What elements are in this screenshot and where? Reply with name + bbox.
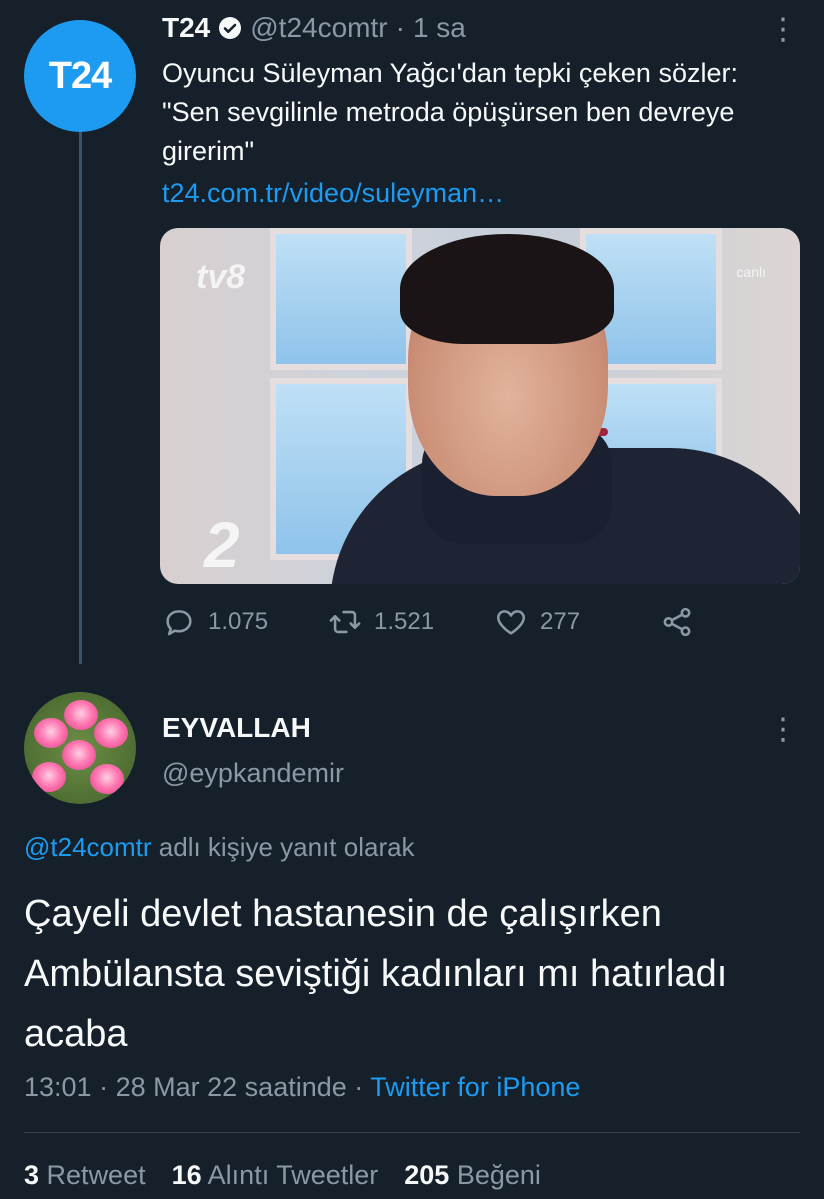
like-button[interactable]: 277: [494, 605, 660, 639]
separator-dot: ·: [395, 12, 405, 43]
author-handle[interactable]: @eypkandemir: [162, 758, 344, 789]
separator-dot: ·: [354, 1072, 364, 1102]
reply-icon: [166, 610, 192, 636]
retweets-stat[interactable]: 3 Retweet: [24, 1160, 146, 1191]
retweets-label: Retweet: [46, 1160, 146, 1190]
tweet-link[interactable]: t24.com.tr/video/suleyman…: [162, 178, 504, 209]
tweet-action-bar: 1.075 1.521 277: [162, 605, 802, 639]
share-button[interactable]: [660, 605, 694, 639]
rose-image: [62, 740, 96, 770]
channel-logo: tv8: [196, 258, 246, 296]
tweet-date[interactable]: 28 Mar 22 saatinde: [116, 1072, 347, 1102]
rose-image: [32, 762, 66, 792]
likes-count: 205: [404, 1160, 450, 1190]
separator-dot: ·: [99, 1072, 109, 1102]
share-icon: [663, 607, 691, 637]
quotes-count: 16: [171, 1160, 202, 1190]
more-options-icon[interactable]: ⋮: [768, 712, 799, 747]
verified-badge-icon: [219, 17, 242, 39]
tweet-time[interactable]: 1 sa: [413, 12, 466, 44]
author-handle[interactable]: @t24comtr: [250, 12, 387, 44]
likes-stat[interactable]: 205 Beğeni: [404, 1160, 541, 1191]
tweet-metadata: 13:01 · 28 Mar 22 saatinde · Twitter for…: [24, 1072, 580, 1103]
background-window: [270, 228, 412, 370]
avatar-logo-text: T24: [48, 54, 112, 97]
replying-to-mention[interactable]: @t24comtr: [24, 832, 152, 862]
reply-count: 1.075: [208, 608, 269, 635]
replying-to-label: adlı kişiye yanıt olarak: [151, 832, 415, 862]
person-hair: [400, 234, 614, 344]
rose-image: [64, 700, 98, 730]
likes-label: Beğeni: [456, 1160, 541, 1190]
retweet-button[interactable]: 1.521: [328, 605, 494, 639]
like-count: 277: [540, 608, 581, 635]
tweet-media-image[interactable]: tv8 canlı 2: [160, 228, 800, 584]
retweet-icon: [329, 610, 361, 634]
retweets-count: 3: [24, 1160, 40, 1190]
tweet-stats: 3 Retweet 16 Alıntı Tweetler 205 Beğeni: [24, 1160, 541, 1191]
rose-image: [90, 764, 124, 794]
tweet-client[interactable]: Twitter for iPhone: [370, 1072, 580, 1102]
quotes-stat[interactable]: 16 Alıntı Tweetler: [172, 1160, 379, 1191]
tweet-time[interactable]: 13:01: [24, 1072, 92, 1102]
author-name[interactable]: T24: [162, 12, 210, 44]
rose-image: [94, 718, 128, 748]
live-label: canlı: [736, 264, 766, 280]
rose-image: [34, 718, 68, 748]
tweet-header: T24 @t24comtr · 1 sa: [162, 12, 466, 44]
quotes-label: Alıntı Tweetler: [207, 1160, 379, 1190]
program-logo: 2: [204, 509, 240, 581]
author-name[interactable]: EYVALLAH: [162, 712, 311, 744]
thread-line: [79, 124, 82, 664]
retweet-count: 1.521: [374, 608, 435, 635]
more-options-icon[interactable]: ⋮: [768, 12, 799, 47]
replying-to: @t24comtr adlı kişiye yanıt olarak: [24, 832, 415, 863]
tweet-text: Çayeli devlet hastanesin de çalışırken A…: [24, 893, 728, 1055]
reply-button[interactable]: 1.075: [162, 605, 328, 639]
avatar[interactable]: [24, 692, 136, 804]
divider: [24, 1132, 800, 1133]
avatar[interactable]: T24: [24, 20, 136, 132]
tweet-text: Oyuncu Süleyman Yağcı'dan tepki çeken sö…: [162, 58, 738, 166]
heart-icon: [497, 610, 525, 635]
